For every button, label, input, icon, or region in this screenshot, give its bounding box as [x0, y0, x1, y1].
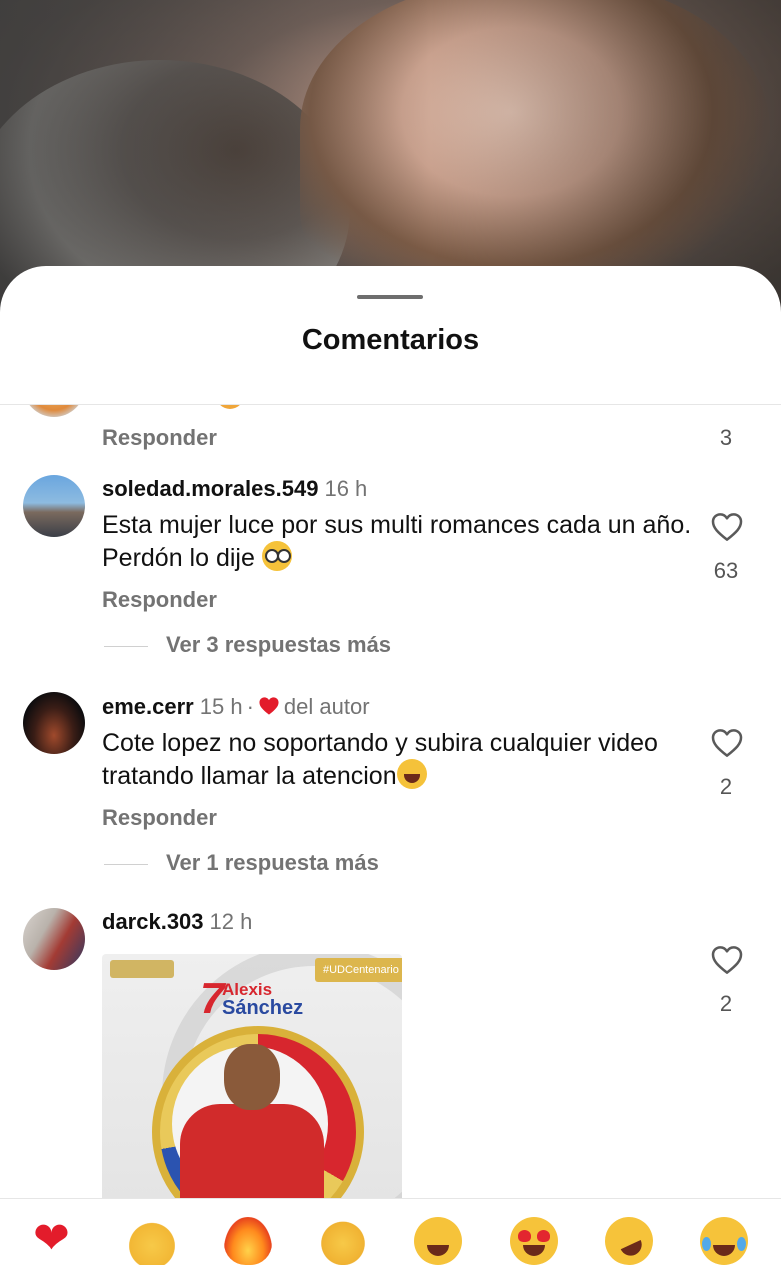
timestamp: 15 h — [199, 694, 243, 719]
reply-button[interactable]: Responder — [102, 805, 217, 831]
reply-button[interactable]: Responder — [102, 587, 217, 613]
timestamp: 16 h — [324, 476, 368, 501]
player-last-name: Sánchez — [222, 997, 304, 1019]
like-count: 2 — [719, 991, 733, 1016]
avatar[interactable] — [23, 692, 85, 754]
comment-header: eme.cerr 15 h · del autor — [102, 694, 370, 720]
like-count: 2 — [719, 774, 733, 799]
comment-text: Esta mujer luce por sus multi romances c… — [102, 511, 692, 572]
comment-text: Cote lopez no soportando y subira cualqu… — [102, 729, 658, 790]
like-count: 63 — [713, 558, 739, 583]
copa-america-logo — [110, 960, 174, 978]
fire-icon[interactable] — [224, 1217, 272, 1265]
emoji-reaction-bar — [0, 1198, 781, 1280]
nerd-face-icon — [261, 541, 292, 571]
clapping-hands-icon[interactable] — [319, 1217, 367, 1265]
avatar[interactable] — [23, 405, 85, 417]
avatar[interactable] — [23, 908, 85, 970]
heart-outline-icon[interactable] — [711, 728, 743, 758]
username[interactable]: darck.303 — [102, 909, 204, 934]
hashtag-badge: #UDCentenario — [315, 958, 402, 982]
red-heart-icon[interactable] — [33, 1215, 81, 1265]
like-count: 3 — [719, 425, 733, 450]
heart-outline-icon[interactable] — [711, 945, 743, 975]
username[interactable]: soledad.morales.549 — [102, 476, 318, 501]
player-number: 7 — [200, 974, 225, 1023]
comment-header: soledad.morales.549 16 h — [102, 476, 367, 502]
comments-sheet: Comentarios Responder 3 soledad.morales.… — [0, 266, 781, 1280]
heart-eyes-icon[interactable] — [510, 1217, 558, 1265]
reply-button[interactable]: Responder — [102, 425, 217, 451]
author-heart-icon — [259, 697, 279, 715]
tears-of-joy-icon — [396, 759, 427, 789]
username[interactable]: eme.cerr — [102, 694, 194, 719]
comment-header: darck.303 12 h — [102, 909, 252, 935]
comments-list[interactable]: Responder 3 soledad.morales.549 16 h Esta… — [0, 405, 781, 1198]
tears-of-joy-icon[interactable] — [700, 1217, 748, 1265]
heart-outline-icon[interactable] — [711, 512, 743, 542]
sheet-title: Comentarios — [301, 324, 480, 356]
comment-sticker-image[interactable]: #UDCentenario 7 Alexis Sánchez — [102, 954, 402, 1198]
rolling-on-floor-laughing-icon[interactable] — [597, 1209, 661, 1273]
avatar[interactable] — [23, 475, 85, 537]
player-face — [224, 1044, 280, 1110]
raising-hands-icon[interactable] — [128, 1217, 176, 1265]
author-badge: del autor — [283, 694, 370, 719]
timestamp: 12 h — [209, 909, 253, 934]
player-shirt — [180, 1104, 324, 1198]
emoji-icon — [216, 405, 244, 409]
smiling-face-with-hearts-icon[interactable] — [414, 1217, 462, 1265]
separator: · — [246, 694, 254, 719]
drag-handle[interactable] — [357, 295, 423, 299]
